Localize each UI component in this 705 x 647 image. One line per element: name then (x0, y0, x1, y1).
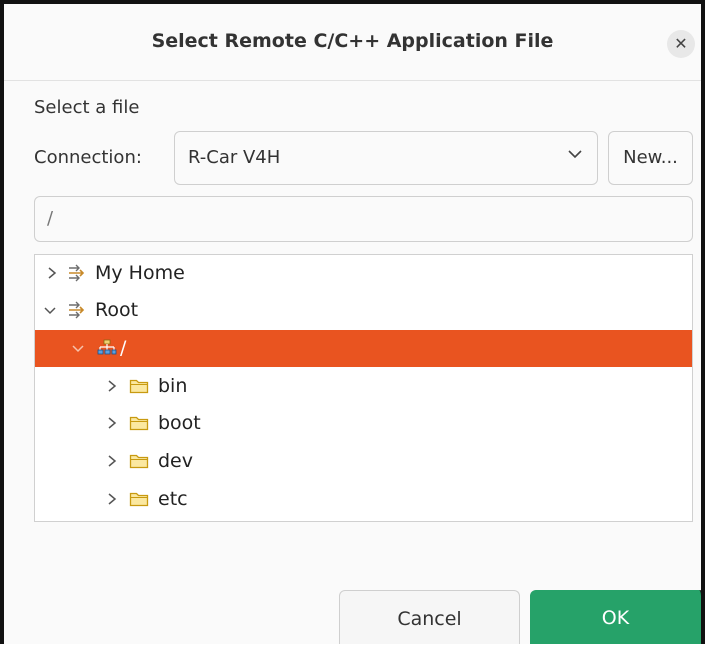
chevron-right-icon[interactable] (45, 265, 59, 281)
ok-button[interactable]: OK (530, 590, 705, 644)
tree-item-dev[interactable]: dev (35, 443, 692, 480)
connection-select-value: R-Car V4H (188, 147, 281, 168)
chevron-down-icon[interactable] (71, 340, 85, 356)
tree-item-root-folder[interactable]: / (35, 330, 692, 367)
cancel-button[interactable]: Cancel (339, 590, 520, 644)
folder-icon (129, 379, 149, 394)
chevron-right-icon[interactable] (105, 378, 119, 394)
chevron-down-icon (568, 150, 582, 159)
connection-select[interactable]: R-Car V4H (174, 131, 598, 185)
root-folder-icon (97, 339, 117, 355)
folder-icon (129, 416, 149, 431)
close-button[interactable]: ✕ (667, 30, 695, 58)
tree-item-root[interactable]: Root (35, 292, 692, 329)
tree-item-label: Root (95, 299, 139, 321)
tree-item-etc[interactable]: etc (35, 481, 692, 518)
tree-item-bin[interactable]: bin (35, 368, 692, 405)
tree-item-label: etc (158, 488, 188, 510)
remote-filesystem-icon (69, 301, 85, 319)
tree-item-label: / (120, 337, 127, 359)
folder-icon (129, 492, 149, 507)
chevron-right-icon[interactable] (105, 415, 119, 431)
remote-filesystem-icon (69, 264, 85, 282)
chevron-right-icon[interactable] (105, 491, 119, 507)
path-input[interactable]: / (34, 196, 693, 242)
tree-item-label: bin (158, 375, 188, 397)
tree-item-boot[interactable]: boot (35, 405, 692, 442)
tree-item-label: dev (158, 450, 193, 472)
folder-icon (129, 454, 149, 469)
chevron-down-icon[interactable] (43, 302, 57, 318)
dialog-title: Select Remote C/C++ Application File (151, 30, 554, 52)
file-tree[interactable]: My Home Root / bin boot dev etc (34, 254, 693, 522)
dialog-message: Select a file (34, 97, 140, 118)
tree-item-label: boot (158, 412, 201, 434)
chevron-right-icon[interactable] (105, 453, 119, 469)
title-bar: Select Remote C/C++ Application File ✕ (4, 4, 701, 81)
connection-label: Connection: (34, 147, 142, 168)
tree-item-my-home[interactable]: My Home (35, 255, 692, 292)
tree-item-label: My Home (95, 262, 185, 284)
close-icon: ✕ (674, 34, 688, 53)
new-connection-button[interactable]: New... (608, 131, 693, 185)
